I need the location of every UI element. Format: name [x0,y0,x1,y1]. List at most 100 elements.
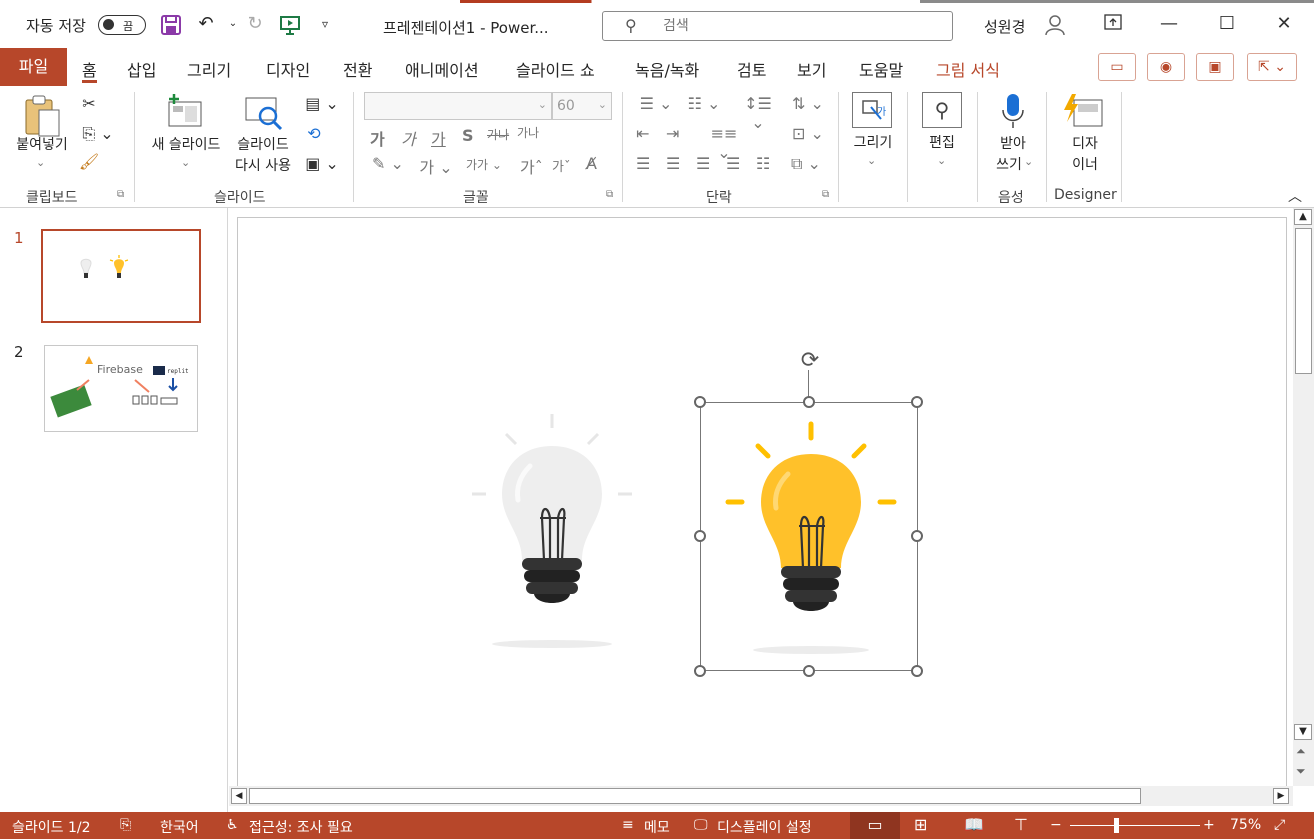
dictate-label-1[interactable]: 받아 [986,134,1040,155]
horizontal-scrollbar[interactable]: ◀ ▶ [229,786,1293,806]
scroll-down-icon[interactable]: ▼ [1294,724,1312,740]
resize-handle-s[interactable] [803,665,815,677]
tab-view[interactable]: 보기 [797,57,826,85]
record-button[interactable]: ◉ [1147,53,1185,81]
scroll-left-icon[interactable]: ◀ [231,788,247,804]
autosave-toggle[interactable]: 끔 [98,15,146,35]
distribute-icon[interactable]: ☷ [756,154,770,173]
strikethrough-button[interactable]: 가나 [487,126,509,143]
section-icon[interactable]: ▣ ⌄ [302,154,342,173]
accessibility-status[interactable]: 접근성: 조사 필요 [249,817,353,837]
copy-icon[interactable]: ⎘ ⌄ [78,124,118,144]
reuse-slides-icon[interactable] [244,94,284,134]
tab-record[interactable]: 녹음/녹화 [635,57,699,85]
text-direction-icon[interactable]: ⇅ ⌄ [788,94,828,113]
resize-handle-nw[interactable] [694,396,706,408]
change-case-button[interactable]: 가가 ⌄ [464,156,504,173]
align-right-icon[interactable]: ☰ [696,154,710,173]
resize-handle-sw[interactable] [694,665,706,677]
resize-handle-e[interactable] [911,530,923,542]
tab-insert[interactable]: 삽입 [127,57,156,85]
teams-button[interactable]: ▣ [1196,53,1234,81]
vertical-scrollbar[interactable]: ▲ ▼ ⏶ ⏷ [1293,208,1314,786]
bold-button[interactable]: 가 [370,126,385,150]
undo-icon[interactable]: ↶ [194,14,218,34]
drawing-shapes-icon[interactable]: 가 [852,92,892,128]
edit-label[interactable]: 편집 [914,133,970,154]
zoom-slider-track[interactable] [1070,825,1200,826]
scroll-up-icon[interactable]: ▲ [1294,209,1312,225]
display-settings-icon[interactable]: 🖵 [694,817,708,833]
char-spacing-button[interactable]: 가나 [517,124,539,141]
redo-icon[interactable]: ↻ [243,14,267,34]
tab-review[interactable]: 검토 [737,57,766,85]
reuse-slides-label-2[interactable]: 다시 사용 [228,156,298,177]
font-color-button[interactable]: 가 ⌄ [416,154,456,178]
find-icon[interactable]: ⚲ [922,92,962,128]
underline-button[interactable]: 가 [431,126,446,150]
resize-handle-n[interactable] [803,396,815,408]
save-icon[interactable] [160,14,182,36]
numbering-icon[interactable]: ☷ ⌄ [684,94,724,113]
tab-design[interactable]: 디자인 [266,57,310,85]
designer-icon[interactable] [1062,92,1104,130]
scroll-right-icon[interactable]: ▶ [1273,788,1289,804]
cut-icon[interactable]: ✂ [78,94,100,113]
collapse-ribbon-icon[interactable]: ︿ [1288,186,1302,206]
align-left-icon[interactable]: ☰ [636,154,650,173]
font-name-combo[interactable]: ⌄ [364,92,552,120]
bullets-icon[interactable]: ☰ ⌄ [636,94,676,113]
grow-font-button[interactable]: 가ˆ [520,154,543,178]
draw-dropdown-icon[interactable]: ⌄ [867,154,876,167]
tab-draw[interactable]: 그리기 [187,57,231,85]
display-settings-button[interactable]: 디스플레이 설정 [717,817,812,837]
layout-icon[interactable]: ▤ ⌄ [302,94,342,113]
start-slideshow-icon[interactable] [279,14,301,36]
resize-handle-w[interactable] [694,530,706,542]
zoom-out-icon[interactable]: − [1050,817,1062,833]
previous-slide-icon[interactable]: ⏶ [1296,744,1306,759]
clipboard-launcher-icon[interactable]: ⧉ [117,189,124,200]
paragraph-launcher-icon[interactable]: ⧉ [822,189,829,200]
new-slide-icon[interactable] [166,92,204,128]
user-name[interactable]: 성원경 [984,16,1025,37]
undo-dropdown-icon[interactable]: ⌄ [221,14,245,34]
comments-button[interactable]: ▭ [1098,53,1136,81]
align-center-icon[interactable]: ☰ [666,154,680,173]
vertical-scroll-thumb[interactable] [1295,228,1312,374]
justify-icon[interactable]: ☰ [726,154,740,173]
microphone-icon[interactable] [1001,92,1025,130]
normal-view-icon[interactable]: ▭ [850,812,900,839]
tab-picture-format[interactable]: 그림 서식 [936,57,1000,85]
reading-view-icon[interactable]: 📖 [964,815,984,834]
maximize-icon[interactable]: ☐ [1215,12,1239,36]
smartart-icon[interactable]: ⧉ ⌄ [786,154,826,174]
italic-button[interactable]: 가 [401,126,416,150]
tab-home[interactable]: 홈 [82,57,97,85]
ribbon-display-icon[interactable] [1101,12,1125,36]
rotate-handle-icon[interactable]: ⟳ [795,348,825,376]
zoom-in-icon[interactable]: + [1203,817,1215,833]
zoom-level[interactable]: 75% [1230,817,1261,833]
reset-slide-icon[interactable]: ⟲ [302,124,326,143]
paste-dropdown-icon[interactable]: ⌄ [36,156,45,169]
search-input[interactable] [663,16,933,36]
minimize-icon[interactable]: — [1157,12,1181,36]
font-size-combo[interactable]: 60 ⌄ [552,92,612,120]
notes-button[interactable]: 메모 [644,817,670,837]
tab-transitions[interactable]: 전환 [343,57,372,85]
slideshow-view-icon[interactable]: ⊤ [1014,815,1028,834]
edit-dropdown-icon[interactable]: ⌄ [937,154,946,167]
accessibility-icon[interactable]: ♿ [226,817,239,833]
tab-help[interactable]: 도움말 [859,57,903,85]
slide-sorter-icon[interactable]: ⊞ [914,815,927,834]
font-launcher-icon[interactable]: ⧉ [606,189,613,200]
slide-thumbnail-2[interactable]: Firebase replit [44,345,198,432]
share-button[interactable]: ⇱ ⌄ [1247,53,1297,81]
dictate-dropdown-icon[interactable]: ⌄ [1024,155,1033,168]
paste-icon[interactable] [22,94,64,140]
next-slide-icon[interactable]: ⏷ [1296,764,1306,779]
resize-handle-se[interactable] [911,665,923,677]
language-indicator[interactable]: 한국어 [160,817,199,837]
increase-indent-icon[interactable]: ⇥ [666,124,679,143]
